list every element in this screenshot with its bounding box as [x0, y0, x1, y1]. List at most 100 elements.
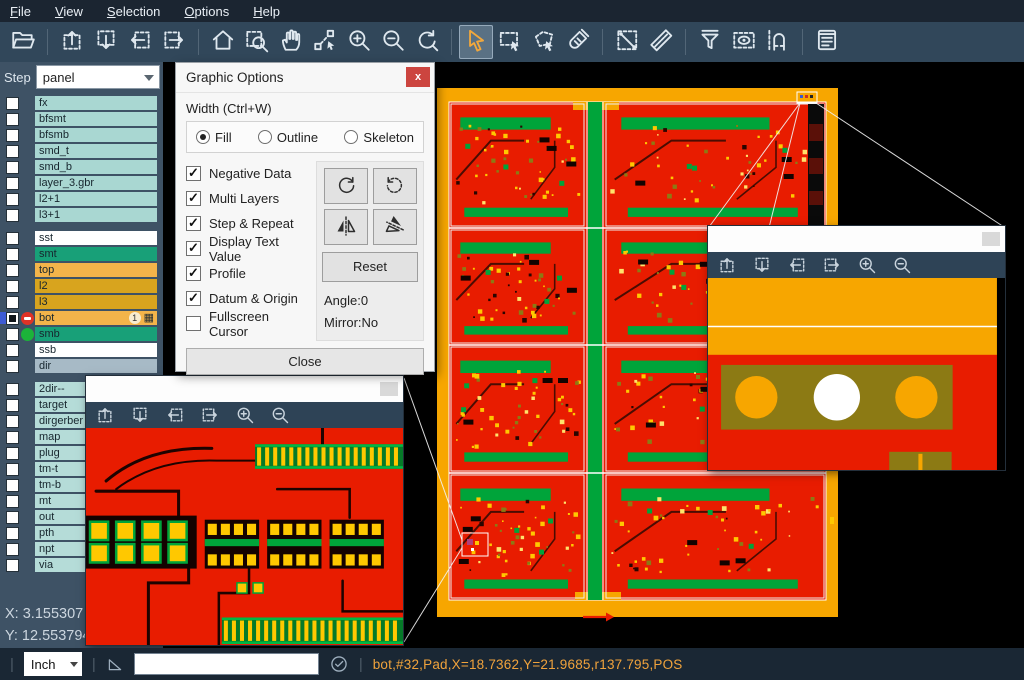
- layer-row-sst[interactable]: sst: [0, 231, 163, 245]
- option-profile[interactable]: Profile: [186, 261, 310, 286]
- checkbox-icon[interactable]: [186, 191, 201, 206]
- layer-row-fx[interactable]: fx: [0, 96, 163, 110]
- layer-visibility-checkbox[interactable]: [6, 280, 19, 293]
- layer-name[interactable]: sst: [35, 231, 157, 245]
- layer-visibility-checkbox[interactable]: [6, 312, 19, 325]
- layer-row-bfsmt[interactable]: bfsmt: [0, 112, 163, 126]
- layer-visibility-checkbox[interactable]: [6, 193, 19, 206]
- layer-row-layer_3.gbr[interactable]: layer_3.gbr: [0, 176, 163, 190]
- layer-row-top[interactable]: top: [0, 263, 163, 277]
- layer-visibility-checkbox[interactable]: [6, 431, 19, 444]
- option-step-repeat[interactable]: Step & Repeat: [186, 211, 310, 236]
- width-radio-fill[interactable]: Fill: [196, 130, 232, 145]
- zoom-previous-button[interactable]: [410, 25, 444, 59]
- ruler-button[interactable]: [644, 25, 678, 59]
- layer-name[interactable]: l3+1: [35, 208, 157, 222]
- layer-visibility-checkbox[interactable]: [6, 232, 19, 245]
- layer-name[interactable]: l3: [35, 295, 157, 309]
- checkbox-icon[interactable]: [186, 241, 201, 256]
- checkbox-icon[interactable]: [186, 266, 201, 281]
- layer-name[interactable]: smd_t: [35, 144, 157, 158]
- layer-row-l3[interactable]: l3: [0, 295, 163, 309]
- checkbox-icon[interactable]: [186, 166, 201, 181]
- filter-button[interactable]: [693, 25, 727, 59]
- layer-visibility-checkbox[interactable]: [6, 113, 19, 126]
- pan-up-icon[interactable]: [717, 255, 737, 275]
- layer-visibility-checkbox[interactable]: [6, 383, 19, 396]
- layer-visibility-checkbox[interactable]: [6, 161, 19, 174]
- zoom-out-icon[interactable]: [270, 405, 290, 425]
- close-icon[interactable]: x: [406, 67, 430, 87]
- pan-right-icon[interactable]: [822, 255, 842, 275]
- pan-right-icon[interactable]: [200, 405, 220, 425]
- layer-visibility-checkbox[interactable]: [6, 399, 19, 412]
- magnifier-window-1[interactable]: [86, 376, 403, 645]
- menu-view[interactable]: View: [55, 4, 83, 19]
- option-display-text-value[interactable]: Display Text Value: [186, 236, 310, 261]
- layer-visibility-checkbox[interactable]: [6, 296, 19, 309]
- layer-visibility-checkbox[interactable]: [6, 447, 19, 460]
- menu-file[interactable]: File: [10, 4, 31, 19]
- layer-visibility-checkbox[interactable]: [6, 559, 19, 572]
- layer-name[interactable]: bot1▦: [35, 311, 157, 325]
- pan-left-button[interactable]: [123, 25, 157, 59]
- layer-row-smd_t[interactable]: smd_t: [0, 144, 163, 158]
- layer-name[interactable]: smd_b: [35, 160, 157, 174]
- select-poly-button[interactable]: [527, 25, 561, 59]
- option-negative-data[interactable]: Negative Data: [186, 161, 310, 186]
- open-folder-button[interactable]: [6, 25, 40, 59]
- layer-name[interactable]: l2: [35, 279, 157, 293]
- view-box-button[interactable]: [727, 25, 761, 59]
- status-input[interactable]: [134, 653, 319, 675]
- home-view-button[interactable]: [206, 25, 240, 59]
- layer-visibility-checkbox[interactable]: [6, 209, 19, 222]
- reset-button[interactable]: Reset: [322, 252, 418, 282]
- layer-row-l3+1[interactable]: l3+1: [0, 208, 163, 222]
- layer-name[interactable]: bfsmt: [35, 112, 157, 126]
- layer-visibility-checkbox[interactable]: [6, 145, 19, 158]
- pan-up-icon[interactable]: [95, 405, 115, 425]
- magnifier-1-titlebar[interactable]: [86, 376, 403, 402]
- checkbox-icon[interactable]: [186, 216, 201, 231]
- layer-visibility-checkbox[interactable]: [6, 264, 19, 277]
- pan-down-icon[interactable]: [130, 405, 150, 425]
- layer-row-l2[interactable]: l2: [0, 279, 163, 293]
- radio-icon[interactable]: [258, 130, 272, 144]
- pan-up-button[interactable]: [55, 25, 89, 59]
- layer-row-bot[interactable]: bot1▦: [0, 311, 163, 325]
- select-cursor-button[interactable]: [459, 25, 493, 59]
- pan-right-button[interactable]: [157, 25, 191, 59]
- pan-down-icon[interactable]: [752, 255, 772, 275]
- layer-visibility-checkbox[interactable]: [6, 511, 19, 524]
- pan-left-icon[interactable]: [787, 255, 807, 275]
- layer-visibility-checkbox[interactable]: [6, 543, 19, 556]
- layer-name[interactable]: smb: [35, 327, 157, 341]
- flip-horizontal-button[interactable]: [324, 209, 368, 245]
- move-vertex-button[interactable]: [308, 25, 342, 59]
- magnifier-window-2[interactable]: [708, 226, 1005, 470]
- menu-help[interactable]: Help: [253, 4, 280, 19]
- dialog-titlebar[interactable]: Graphic Options x: [176, 63, 434, 93]
- layer-row-l2+1[interactable]: l2+1: [0, 192, 163, 206]
- layer-name[interactable]: bfsmb: [35, 128, 157, 142]
- clean-brush-button[interactable]: [561, 25, 595, 59]
- zoom-in-icon[interactable]: [235, 405, 255, 425]
- layer-visibility-checkbox[interactable]: [6, 479, 19, 492]
- layer-visibility-checkbox[interactable]: [6, 248, 19, 261]
- layer-visibility-checkbox[interactable]: [6, 527, 19, 540]
- layer-name[interactable]: dir: [35, 359, 157, 373]
- window-button-icon[interactable]: [380, 382, 398, 396]
- refresh-check-icon[interactable]: [329, 654, 349, 674]
- flip-vertical-button[interactable]: [373, 209, 417, 245]
- layer-name[interactable]: top: [35, 263, 157, 277]
- radio-icon[interactable]: [196, 130, 210, 144]
- angle-tool-icon[interactable]: [106, 655, 124, 673]
- layer-visibility-checkbox[interactable]: [6, 328, 19, 341]
- layer-row-ssb[interactable]: ssb: [0, 343, 163, 357]
- layer-row-dir[interactable]: dir: [0, 359, 163, 373]
- layer-name[interactable]: layer_3.gbr: [35, 176, 157, 190]
- layer-name[interactable]: ssb: [35, 343, 157, 357]
- option-fullscreen-cursor[interactable]: Fullscreen Cursor: [186, 311, 310, 336]
- pan-left-icon[interactable]: [165, 405, 185, 425]
- option-multi-layers[interactable]: Multi Layers: [186, 186, 310, 211]
